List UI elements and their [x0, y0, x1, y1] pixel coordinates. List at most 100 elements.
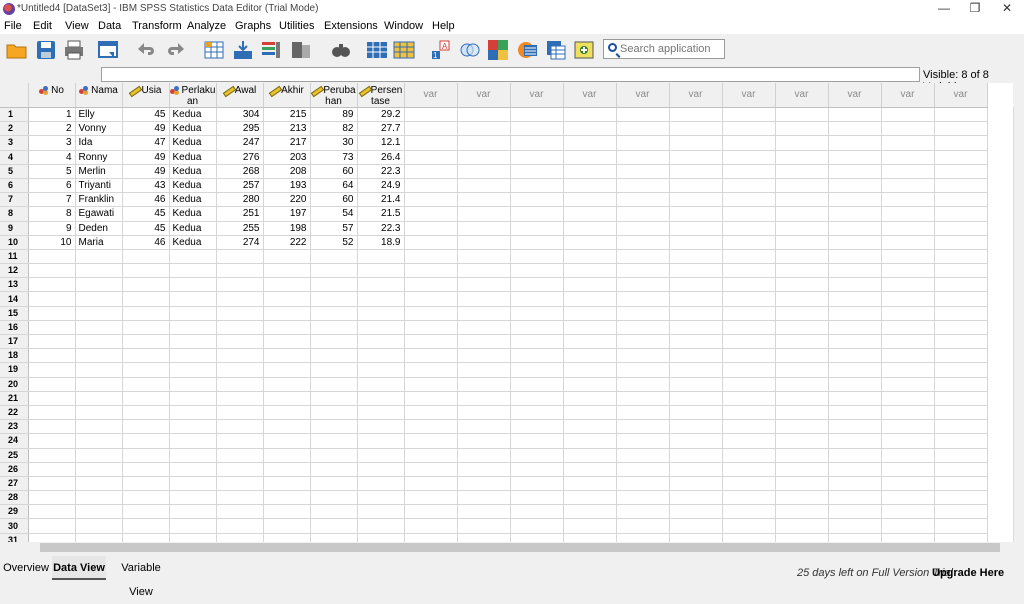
- data-cell[interactable]: 54: [310, 206, 358, 222]
- empty-cell[interactable]: [563, 476, 617, 492]
- empty-cell[interactable]: [934, 135, 988, 151]
- empty-cell[interactable]: [457, 504, 511, 520]
- search-application-box[interactable]: [603, 39, 725, 59]
- empty-cell[interactable]: [722, 405, 776, 421]
- empty-cell[interactable]: [510, 405, 564, 421]
- data-cell[interactable]: [310, 348, 358, 364]
- empty-cell[interactable]: [722, 121, 776, 137]
- data-cell[interactable]: [28, 518, 76, 534]
- empty-cell[interactable]: [722, 150, 776, 165]
- data-cell[interactable]: 12.1: [357, 135, 405, 151]
- empty-cell[interactable]: [616, 348, 670, 364]
- empty-cell[interactable]: [510, 107, 564, 123]
- empty-cell[interactable]: [404, 192, 458, 208]
- data-cell[interactable]: Merlin: [75, 164, 123, 179]
- data-cell[interactable]: 274: [216, 235, 264, 250]
- row-number-cell[interactable]: 17: [0, 334, 29, 350]
- empty-cell[interactable]: [457, 121, 511, 137]
- empty-cell[interactable]: [669, 206, 723, 222]
- data-cell[interactable]: Maria: [75, 235, 123, 250]
- data-cell[interactable]: [263, 448, 311, 463]
- empty-cell[interactable]: [881, 448, 935, 463]
- empty-cell[interactable]: [722, 391, 776, 406]
- save-icon[interactable]: [35, 39, 57, 61]
- empty-cell[interactable]: [457, 192, 511, 208]
- data-cell[interactable]: 268: [216, 164, 264, 179]
- row-number-cell[interactable]: 18: [0, 348, 29, 364]
- cell-editor-field[interactable]: [101, 67, 920, 82]
- empty-cell[interactable]: [616, 533, 670, 542]
- empty-cell[interactable]: [563, 334, 617, 350]
- data-cell[interactable]: [216, 476, 264, 492]
- empty-cell[interactable]: [563, 320, 617, 336]
- empty-cell[interactable]: [828, 221, 882, 236]
- data-cell[interactable]: Deden: [75, 221, 123, 236]
- data-cell[interactable]: 295: [216, 121, 264, 137]
- empty-cell[interactable]: [510, 306, 564, 321]
- data-cell[interactable]: [28, 249, 76, 265]
- data-cell[interactable]: [28, 533, 76, 542]
- horizontal-scrollbar[interactable]: [28, 542, 1013, 553]
- data-cell[interactable]: Ida: [75, 135, 123, 151]
- empty-cell[interactable]: [669, 178, 723, 194]
- menu-utilities[interactable]: Utilities: [279, 20, 314, 32]
- grid-corner-cell[interactable]: [0, 83, 29, 108]
- empty-cell[interactable]: [404, 320, 458, 336]
- data-cell[interactable]: [216, 504, 264, 520]
- insert-cases-icon[interactable]: [366, 39, 388, 61]
- empty-cell[interactable]: [934, 334, 988, 350]
- menu-extensions[interactable]: Extensions: [324, 20, 378, 32]
- data-cell[interactable]: [28, 277, 76, 293]
- empty-cell[interactable]: [457, 490, 511, 506]
- data-cell[interactable]: 304: [216, 107, 264, 123]
- tab-overview[interactable]: Overview: [2, 556, 50, 580]
- data-cell[interactable]: [310, 334, 358, 350]
- data-cell[interactable]: [28, 377, 76, 392]
- data-cell[interactable]: [357, 433, 405, 449]
- empty-cell[interactable]: [563, 419, 617, 435]
- empty-cell[interactable]: [669, 348, 723, 364]
- menu-help[interactable]: Help: [432, 20, 455, 32]
- empty-cell[interactable]: [881, 150, 935, 165]
- empty-cell[interactable]: [457, 277, 511, 293]
- empty-cell[interactable]: [457, 135, 511, 151]
- data-cell[interactable]: [310, 320, 358, 336]
- data-cell[interactable]: 22.3: [357, 221, 405, 236]
- empty-cell[interactable]: [722, 518, 776, 534]
- data-cell[interactable]: 47: [122, 135, 170, 151]
- empty-cell[interactable]: [404, 291, 458, 307]
- empty-cell[interactable]: [775, 518, 829, 534]
- data-cell[interactable]: [310, 518, 358, 534]
- data-cell[interactable]: [169, 362, 217, 378]
- data-cell[interactable]: [122, 419, 170, 435]
- data-cell[interactable]: 24.9: [357, 178, 405, 194]
- empty-cell[interactable]: [510, 391, 564, 406]
- empty-cell[interactable]: [669, 277, 723, 293]
- data-cell[interactable]: 82: [310, 121, 358, 137]
- menu-data[interactable]: Data: [98, 20, 121, 32]
- empty-cell[interactable]: [722, 135, 776, 151]
- data-cell[interactable]: [169, 348, 217, 364]
- empty-cell[interactable]: [616, 362, 670, 378]
- data-cell[interactable]: [310, 391, 358, 406]
- data-cell[interactable]: [169, 518, 217, 534]
- empty-cell[interactable]: [934, 164, 988, 179]
- data-cell[interactable]: [263, 504, 311, 520]
- data-cell[interactable]: 3: [28, 135, 76, 151]
- empty-cell[interactable]: [510, 533, 564, 542]
- data-cell[interactable]: [263, 462, 311, 477]
- data-cell[interactable]: 247: [216, 135, 264, 151]
- empty-cell[interactable]: [722, 419, 776, 435]
- empty-cell[interactable]: [563, 178, 617, 194]
- data-cell[interactable]: 251: [216, 206, 264, 222]
- data-cell[interactable]: [75, 448, 123, 463]
- data-cell[interactable]: [28, 462, 76, 477]
- data-cell[interactable]: 64: [310, 178, 358, 194]
- data-cell[interactable]: [357, 476, 405, 492]
- empty-cell[interactable]: [828, 320, 882, 336]
- empty-cell[interactable]: [775, 419, 829, 435]
- data-cell[interactable]: [216, 462, 264, 477]
- empty-cell[interactable]: [563, 377, 617, 392]
- data-cell[interactable]: 203: [263, 150, 311, 165]
- empty-cell[interactable]: [775, 235, 829, 250]
